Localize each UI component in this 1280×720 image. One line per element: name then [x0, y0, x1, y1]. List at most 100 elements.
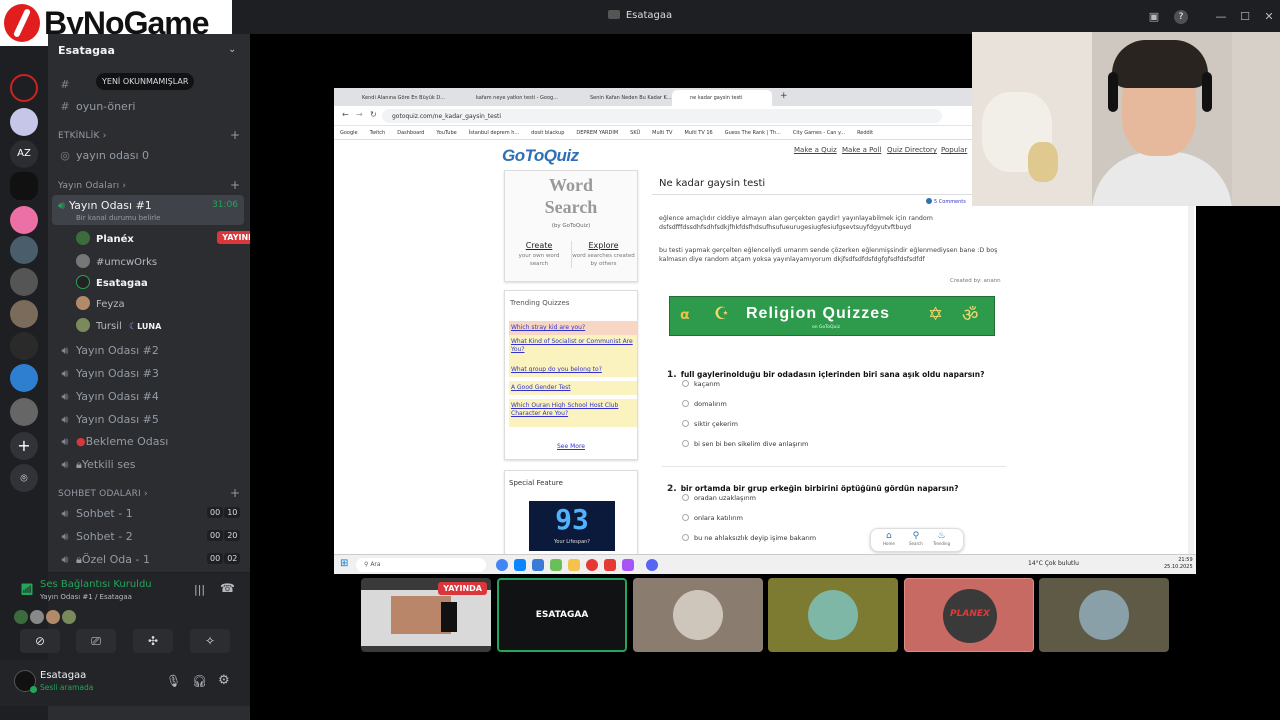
app-icon[interactable] [532, 559, 544, 571]
explore-link[interactable]: Explore word searches created by others [571, 241, 635, 268]
voice-user[interactable]: Esatagaa [76, 275, 148, 289]
trending-link[interactable]: What Kind of Socialist or Communist Are … [509, 335, 637, 363]
screen-share-icon[interactable]: ⎚ [76, 629, 116, 653]
maximize-button[interactable]: ☐ [1236, 8, 1254, 26]
voice-channel[interactable]: 🔊︎ 🔒︎Özel Oda - 1 00 02 [58, 553, 241, 567]
answer-option[interactable]: siktir çekerim [682, 420, 738, 428]
server-icon[interactable] [10, 206, 38, 234]
noise-icon[interactable]: ||| [194, 583, 205, 596]
youtube-icon[interactable] [604, 559, 616, 571]
bookmark[interactable]: dosit blackup [531, 130, 564, 136]
channel-yayin-odasi-0[interactable]: ◎ yayın odası 0 [58, 149, 149, 162]
camera-off-icon[interactable]: ⊘ [20, 629, 60, 653]
bookmark[interactable]: City Games - Can y... [793, 130, 845, 136]
weather-widget[interactable]: 14°C Çok bulutlu [1028, 560, 1079, 567]
add-server-icon[interactable]: + [10, 432, 38, 460]
unread-tooltip[interactable]: YENİ OKUNMAMIŞLAR [96, 73, 195, 90]
server-icon[interactable] [10, 300, 38, 328]
voice-user[interactable]: Tursil ☾LUNA [76, 318, 161, 332]
answer-option[interactable]: bu ne ahlaksızlık deyip işime bakarım [682, 534, 816, 542]
search-icon[interactable]: ⚲ Search [909, 531, 923, 546]
screen-share-icon[interactable]: ▣ [1145, 8, 1163, 26]
new-tab-icon[interactable]: + [780, 91, 788, 101]
voice-user[interactable]: #umcwOrks [76, 254, 157, 268]
server-icon[interactable] [10, 398, 38, 426]
bookmark[interactable]: Dashboard [397, 130, 424, 136]
app-icon[interactable] [622, 559, 634, 571]
close-button[interactable]: ✕ [1260, 8, 1278, 26]
add-channel-icon[interactable]: + [230, 178, 240, 192]
server-icon[interactable] [10, 364, 38, 392]
trending-icon[interactable]: ♨ Trending [933, 531, 950, 546]
browser-tab[interactable]: Kendi Alanına Göre En Büyük D... [344, 90, 452, 106]
windows-start-icon[interactable]: ⊞ [340, 558, 348, 569]
add-channel-icon[interactable]: + [230, 128, 240, 142]
chevron-down-icon[interactable]: ⌄ [228, 44, 236, 55]
participant-tile-stream[interactable]: YAYINDA [361, 578, 491, 652]
trending-link[interactable]: A Good Gender Test [509, 381, 637, 395]
participant-tile[interactable]: PLANEX [904, 578, 1034, 652]
browser-tab-active[interactable]: ne kadar gaysin testi [672, 90, 772, 106]
voice-channel[interactable]: 🔊︎ 🔒︎Yetkili ses [58, 458, 136, 472]
channel-oyun-oneri[interactable]: # oyun-öneri [58, 100, 135, 113]
server-icon[interactable] [10, 332, 38, 360]
religion-quizzes-banner[interactable]: 𝝰 ☪ Religion Quizzes on GoToQuiz ✡ ॐ [669, 296, 995, 336]
category-yayin-odalari[interactable]: Yayın Odaları › [58, 181, 126, 191]
category-sohbet[interactable]: SOHBET ODALARI › [58, 489, 148, 499]
channel-item[interactable]: # [58, 78, 76, 91]
bookmark[interactable]: YouTube [436, 130, 456, 136]
username[interactable]: Esatagaa [40, 670, 86, 681]
voice-channel[interactable]: 🔊︎ Yayın Odası #3 [58, 367, 159, 381]
taskbar-search[interactable]: ⚲ Ara [356, 558, 486, 572]
add-channel-icon[interactable]: + [230, 486, 240, 500]
server-icon[interactable] [10, 108, 38, 136]
create-link[interactable]: Create your own word search [509, 241, 569, 268]
bookmark[interactable]: Google [340, 130, 358, 136]
back-icon[interactable]: ← [342, 110, 349, 119]
voice-channel[interactable]: 🔊︎ Sohbet - 1 00 10 [58, 507, 241, 521]
active-voice-channel[interactable]: 🔊︎ Yayın Odası #1 31:06 Bir kanal durumu … [52, 195, 244, 225]
discover-icon[interactable]: ⌾ [10, 464, 38, 492]
app-icon[interactable] [586, 559, 598, 571]
bookmark[interactable]: Reddit [857, 130, 873, 136]
voice-channel[interactable]: 🔊︎ Sohbet - 2 00 20 [58, 530, 241, 544]
participant-tile[interactable]: ESATAGAA [497, 578, 627, 652]
voice-channel[interactable]: 🔊︎ Yayın Odası #2 [58, 344, 159, 358]
microphone-icon[interactable]: 🎙︎ [166, 674, 181, 688]
voice-user[interactable]: Planéx YAYINDA [76, 231, 266, 245]
voice-location[interactable]: Yayın Odası #1 / Esatagaa [40, 593, 132, 601]
folder-icon[interactable] [568, 559, 580, 571]
channel-status[interactable]: Bir kanal durumu belirle [76, 214, 160, 222]
address-input[interactable]: gotoquiz.com/ne_kadar_gaysin_testi [382, 109, 942, 123]
home-icon[interactable]: ⌂ Home [883, 531, 895, 546]
voice-user[interactable]: Feyza [76, 296, 125, 310]
bookmark[interactable]: Multi TV 16 [684, 130, 712, 136]
voice-status[interactable]: Ses Bağlantısı Kuruldu [40, 579, 152, 590]
bookmark[interactable]: Multi TV [652, 130, 672, 136]
nav-link[interactable]: Quiz Directory [887, 146, 937, 154]
activities-icon[interactable]: ✣ [133, 629, 173, 653]
voice-channel[interactable]: 🔊︎ Yayın Odası #5 [58, 413, 159, 427]
gotoquiz-logo[interactable]: GoToQuiz [502, 146, 579, 166]
answer-option[interactable]: oradan uzaklaşırım [682, 494, 756, 502]
edge-icon[interactable] [514, 559, 526, 571]
bookmark[interactable]: SKÜ [630, 130, 640, 136]
gear-icon[interactable]: ⚙ [218, 673, 230, 688]
help-icon[interactable]: ? [1174, 10, 1188, 24]
nav-link[interactable]: Popular [941, 146, 967, 154]
nav-link[interactable]: Make a Quiz [794, 146, 837, 154]
voice-channel[interactable]: 🔊︎ Yayın Odası #4 [58, 390, 159, 404]
bookmark[interactable]: Twitch [370, 130, 386, 136]
disconnect-icon[interactable]: ☎ [220, 581, 235, 595]
minimize-button[interactable]: — [1212, 8, 1230, 26]
voice-channel[interactable]: 🔊︎ ●Bekleme Odası [58, 435, 169, 449]
answer-option[interactable]: bi sen bi ben sikelim dive anlaşırım [682, 440, 808, 448]
clock[interactable]: 21:59 25.10.2025 [1164, 557, 1193, 571]
browser-tab[interactable]: kafam neye yatkın testi - Goog... [458, 90, 566, 106]
server-name[interactable]: Esatagaa [58, 44, 115, 57]
chrome-icon[interactable] [496, 559, 508, 571]
app-icon[interactable] [550, 559, 562, 571]
answer-option[interactable]: domalırım [682, 400, 727, 408]
browser-tab[interactable]: Senin Kafan Neden Bu Kadar K... [572, 90, 672, 106]
bookmark[interactable]: DEPREM YARDIM [576, 130, 618, 136]
